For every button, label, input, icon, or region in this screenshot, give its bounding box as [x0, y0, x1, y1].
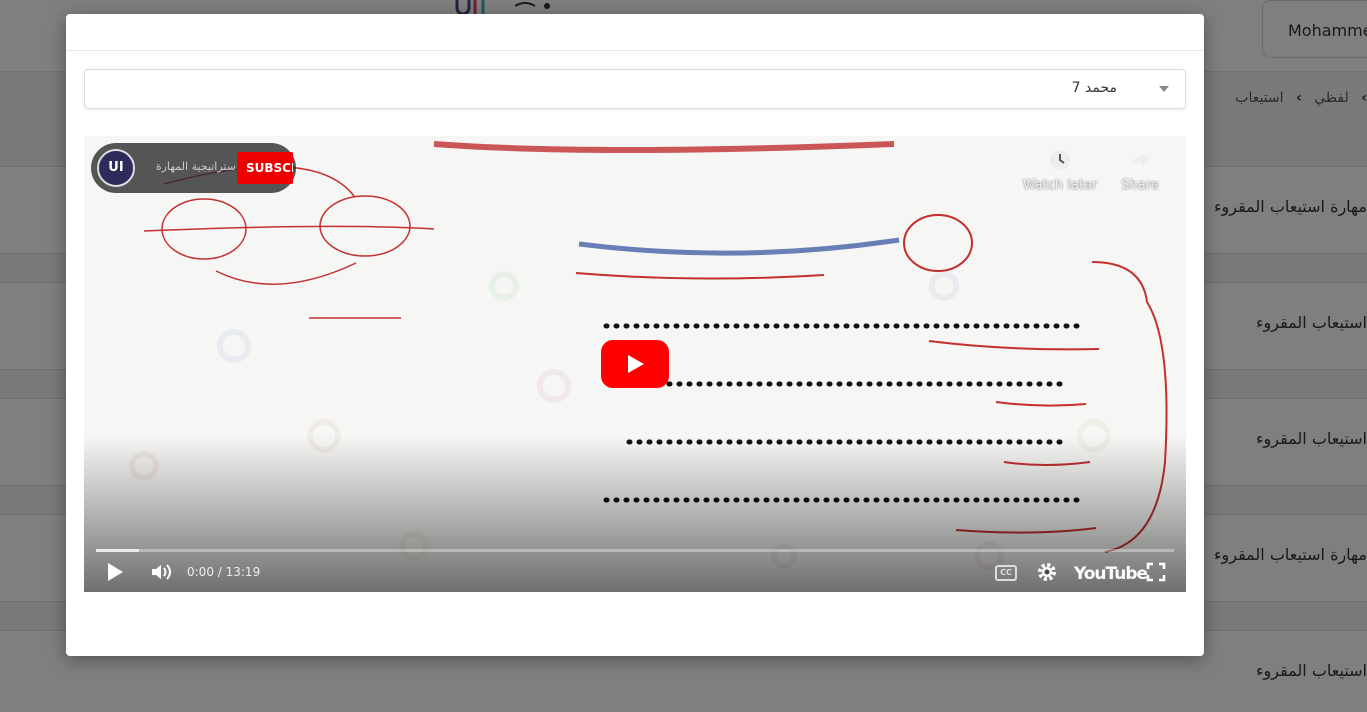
youtube-logo[interactable]: YouTube [1074, 564, 1148, 584]
captions-button[interactable]: CC [995, 565, 1017, 581]
share-label: Share [1121, 178, 1159, 193]
volume-icon[interactable] [149, 560, 173, 584]
fullscreen-icon[interactable] [1144, 560, 1168, 584]
channel-avatar[interactable]: UI [97, 149, 135, 187]
video-modal: محمد 7 UI استراتيجية المهارة SUBSC Watch… [66, 14, 1204, 656]
play-icon [628, 355, 644, 373]
progress-bar[interactable] [96, 549, 1174, 552]
channel-info[interactable]: UI استراتيجية المهارة SUBSCRIBE [91, 143, 296, 193]
caret-down-icon [1159, 86, 1169, 92]
player-controls: 0:00 / 13:19 CC YouTube [84, 556, 1186, 592]
play-button[interactable] [601, 340, 669, 388]
share-icon [1130, 152, 1150, 168]
time-display: 0:00 / 13:19 [187, 565, 261, 579]
watch-later-label: Watch later [1022, 178, 1098, 193]
modal-header [66, 14, 1204, 51]
channel-name[interactable]: استراتيجية المهارة [143, 160, 239, 173]
share-button[interactable]: Share [1100, 148, 1180, 193]
video-select[interactable]: محمد 7 [84, 69, 1186, 109]
gear-icon[interactable] [1035, 560, 1059, 584]
clock-icon [1050, 150, 1070, 170]
subscribe-button[interactable]: SUBSCRIBE [237, 152, 293, 184]
watch-later-button[interactable]: Watch later [1020, 148, 1100, 193]
play-icon[interactable] [108, 563, 123, 581]
video-select-value: محمد 7 [1071, 80, 1117, 96]
video-player[interactable]: UI استراتيجية المهارة SUBSCRIBE Watch la… [84, 136, 1186, 592]
progress-loaded [96, 549, 140, 552]
